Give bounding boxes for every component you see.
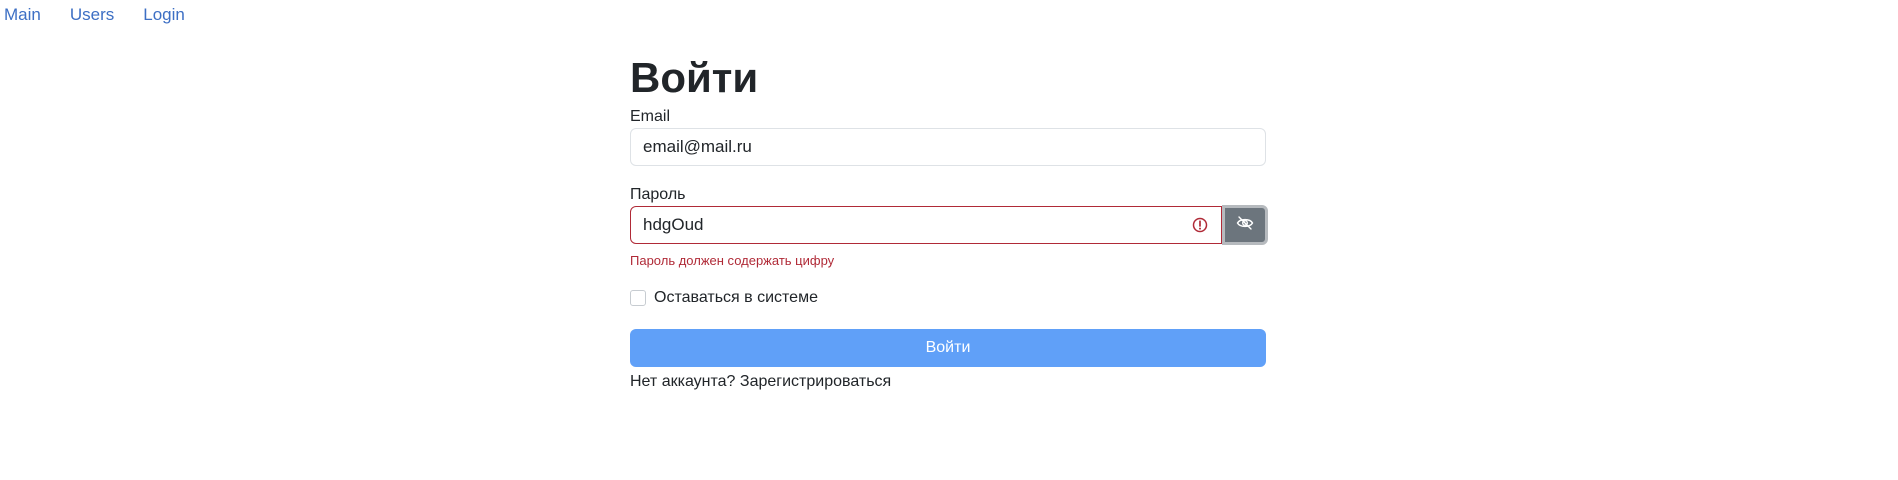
nav-link-main[interactable]: Main [4,5,41,25]
page-title: Войти [630,54,759,101]
nav-link-users[interactable]: Users [70,5,114,25]
email-label: Email [630,108,671,125]
email-field[interactable]: email@mail.ru [630,128,1266,166]
nav-link-login[interactable]: Login [143,5,185,25]
password-field[interactable]: hdgOud [630,206,1222,244]
exclamation-circle-icon [1191,216,1209,234]
remember-label[interactable]: Оставаться в системе [654,289,818,307]
remember-row: Оставаться в системе [630,286,1266,310]
email-value: email@mail.ru [643,137,752,156]
top-nav: Main Users Login [0,0,214,30]
signup-link[interactable]: Зарегистрироваться [740,373,891,390]
password-error: Пароль должен содержать цифру [630,253,835,268]
toggle-password-button[interactable] [1222,205,1268,245]
password-label: Пароль [630,186,686,203]
password-group: hdgOud [630,205,1268,246]
login-form: Войти Email email@mail.ru Пароль hdgOud [630,50,1268,393]
signup-prompt: Нет аккаунта? Зарегистрироваться [630,371,1266,393]
remember-checkbox[interactable] [630,290,646,306]
submit-button[interactable]: Войти [630,329,1266,367]
signup-text: Нет аккаунта? [630,373,736,390]
password-value: hdgOud [643,215,704,234]
eye-slash-icon [1236,215,1254,235]
